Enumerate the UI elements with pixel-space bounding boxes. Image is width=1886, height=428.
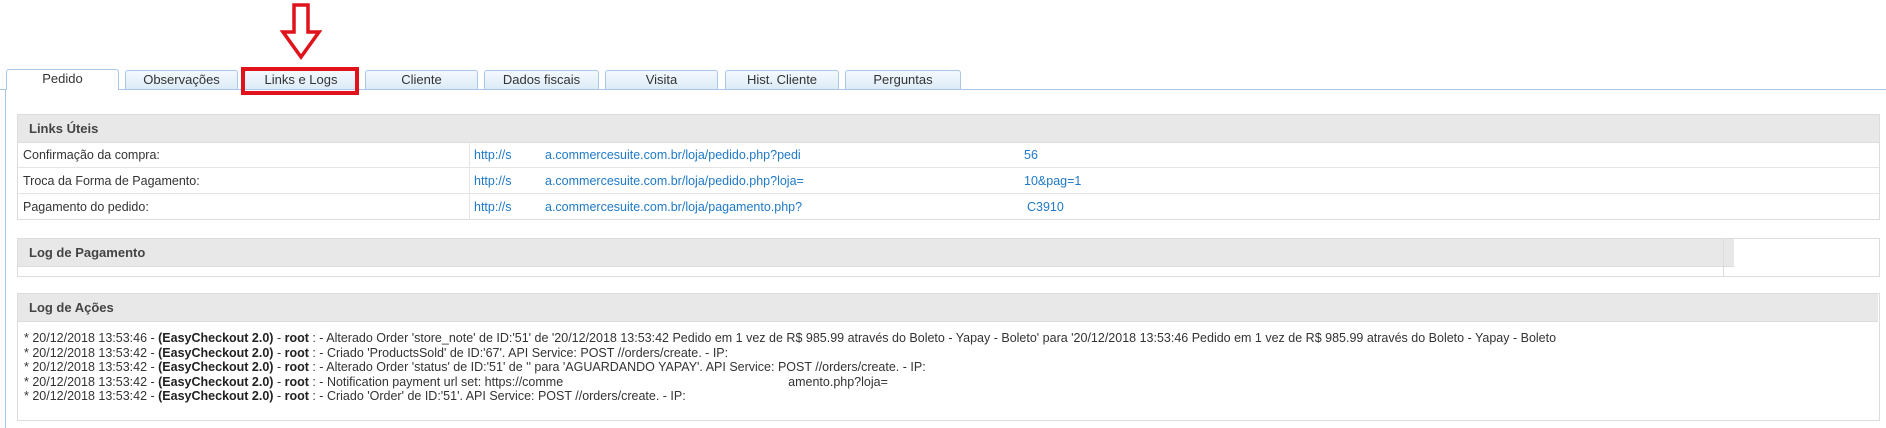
link-url-start[interactable]: http://s	[474, 168, 512, 194]
link-url-end[interactable]: 10&pag=1	[1024, 168, 1081, 194]
tab-perguntas[interactable]: Perguntas	[845, 70, 961, 89]
link-url-mid[interactable]: a.commercesuite.com.br/loja/pagamento.ph…	[545, 194, 802, 220]
row-divider	[469, 142, 470, 168]
annotation-arrow-icon	[279, 3, 323, 60]
log-entry: * 20/12/2018 13:53:42 - (EasyCheckout 2.…	[24, 389, 686, 403]
log-pagamento-divider	[1723, 239, 1724, 276]
log-entry: * 20/12/2018 13:53:42 - (EasyCheckout 2.…	[24, 374, 888, 389]
links-uteis-section: Links Úteis Confirmação da compra: http:…	[17, 114, 1880, 220]
log-pagamento-section: Log de Pagamento	[17, 238, 1880, 277]
log-pagamento-title: Log de Pagamento	[18, 239, 1734, 267]
log-entry: * 20/12/2018 13:53:42 - (EasyCheckout 2.…	[24, 345, 729, 360]
log-acoes-section: Log de Ações * 20/12/2018 13:53:46 - (Ea…	[17, 293, 1880, 421]
link-url-mid[interactable]: a.commercesuite.com.br/loja/pedido.php?l…	[545, 168, 804, 194]
row-divider	[469, 194, 470, 220]
tab-observacoes[interactable]: Observações	[125, 70, 238, 89]
link-row-troca-pagamento: Troca da Forma de Pagamento: http://s a.…	[18, 168, 1879, 194]
tab-visita[interactable]: Visita	[605, 70, 718, 89]
tab-hist-cliente[interactable]: Hist. Cliente	[725, 70, 839, 89]
log-entry: * 20/12/2018 13:53:42 - (EasyCheckout 2.…	[24, 360, 926, 374]
row-divider	[469, 168, 470, 194]
link-row-pagamento-pedido: Pagamento do pedido: http://s a.commerce…	[18, 194, 1879, 220]
log-entry: * 20/12/2018 13:53:46 - (EasyCheckout 2.…	[24, 331, 1557, 345]
link-url-end[interactable]: 56	[1024, 142, 1038, 168]
links-uteis-title: Links Úteis	[18, 115, 1879, 143]
link-label: Pagamento do pedido:	[23, 200, 149, 214]
link-label: Confirmação da compra:	[23, 148, 160, 162]
link-label: Troca da Forma de Pagamento:	[23, 174, 200, 188]
tab-dados-fiscais[interactable]: Dados fiscais	[484, 70, 599, 89]
log-acoes-title: Log de Ações	[18, 294, 1878, 322]
link-row-confirmacao: Confirmação da compra: http://s a.commer…	[18, 142, 1879, 168]
link-url-mid[interactable]: a.commercesuite.com.br/loja/pedido.php?p…	[545, 142, 801, 168]
tab-pedido[interactable]: Pedido	[6, 69, 119, 90]
tab-cliente[interactable]: Cliente	[365, 70, 478, 89]
link-url-end[interactable]: C3910	[1027, 194, 1064, 220]
link-url-start[interactable]: http://s	[474, 194, 512, 220]
log-acoes-list: * 20/12/2018 13:53:46 - (EasyCheckout 2.…	[24, 331, 1556, 404]
link-url-start[interactable]: http://s	[474, 142, 512, 168]
annotation-highlight-box	[241, 67, 359, 95]
